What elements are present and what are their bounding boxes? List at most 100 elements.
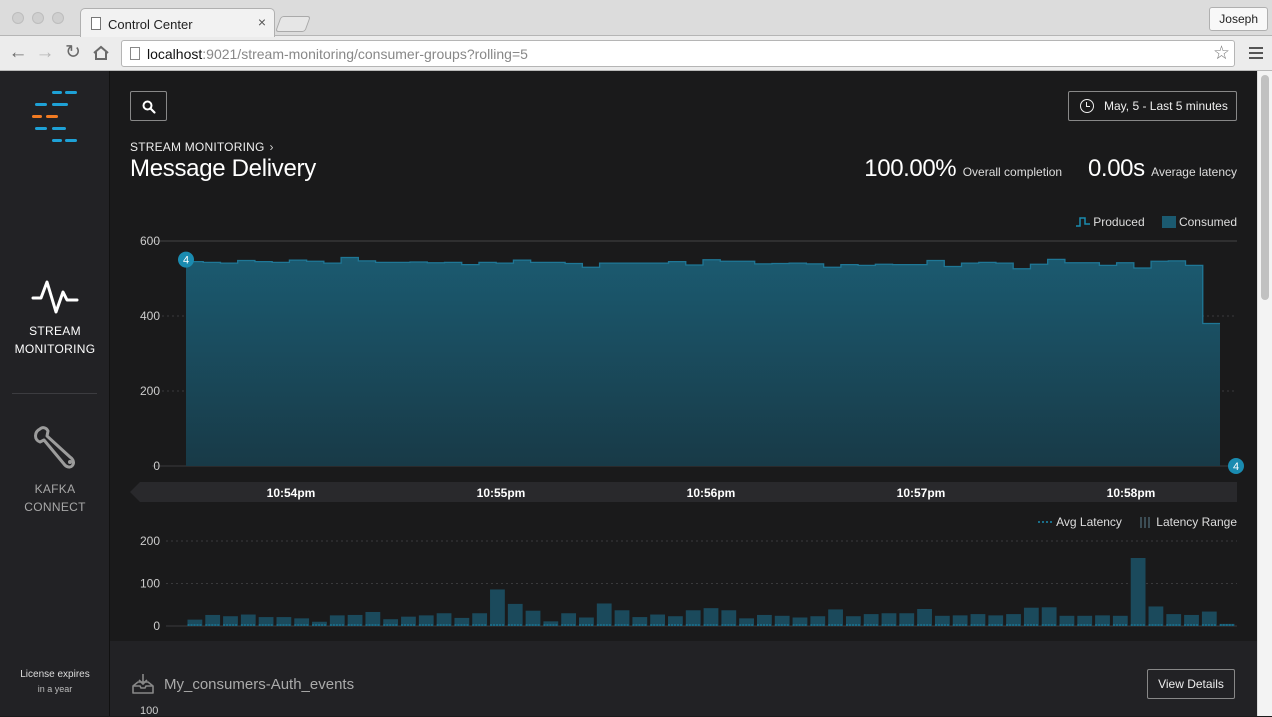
delivery-bar xyxy=(1030,264,1047,466)
delivery-bar xyxy=(548,262,565,466)
search-button[interactable] xyxy=(130,91,167,121)
consumer-group-panel: My_consumers-Auth_events View Details 10… xyxy=(110,641,1257,717)
view-details-button[interactable]: View Details xyxy=(1147,669,1235,699)
sidebar-item-kafka-connect[interactable]: KAFKA CONNECT xyxy=(0,426,110,516)
latency-range-bar xyxy=(436,613,452,626)
url-text[interactable]: localhost:9021/stream-monitoring/consume… xyxy=(147,46,528,62)
latency-value: 0.00s xyxy=(1087,155,1145,182)
latency-range-bar xyxy=(863,614,879,626)
delivery-bar xyxy=(1048,259,1065,466)
latency-range-bar xyxy=(756,614,772,626)
range-bars-icon xyxy=(1140,517,1151,529)
latency-range-bar xyxy=(329,615,345,626)
delivery-bar xyxy=(220,263,237,466)
forward-arrow-icon[interactable]: → xyxy=(35,42,55,64)
delivery-chart[interactable]: 600 400 200 0 4 4 xyxy=(110,231,1257,476)
latency-range-bar xyxy=(970,614,986,626)
scrollbar-thumb[interactable] xyxy=(1261,75,1269,300)
breadcrumb[interactable]: STREAM MONITORING › xyxy=(130,140,274,154)
browser-menu-icon[interactable] xyxy=(1249,47,1263,62)
tab-title: Control Center xyxy=(108,17,193,32)
breadcrumb-item[interactable]: STREAM MONITORING xyxy=(130,140,265,154)
latency-range-bar xyxy=(1041,607,1057,626)
sidebar-divider xyxy=(12,393,97,394)
delivery-bar xyxy=(1013,269,1030,466)
legend-latency-range[interactable]: Latency Range xyxy=(1139,514,1237,529)
delivery-bar xyxy=(737,261,754,466)
y-tick-label: 0 xyxy=(153,619,160,633)
latency-range-bar xyxy=(1059,615,1075,626)
latency-range-bar xyxy=(881,613,897,626)
sidebar-item-stream-monitoring[interactable]: STREAM MONITORING xyxy=(0,276,110,358)
time-tick-label: 10:56pm xyxy=(687,486,736,500)
latency-label: Average latency xyxy=(1151,165,1237,179)
window-close-dot[interactable] xyxy=(12,12,24,24)
delivery-bar xyxy=(479,262,496,466)
y-tick-label: 400 xyxy=(140,309,160,323)
summary-stats: 100.00% Overall completion 0.00s Average… xyxy=(864,155,1237,183)
vertical-scrollbar[interactable] xyxy=(1257,71,1272,716)
consumer-group-name[interactable]: My_consumers-Auth_events xyxy=(164,676,354,693)
delivery-bar xyxy=(186,262,203,466)
tab-close-icon[interactable]: × xyxy=(258,15,266,29)
new-tab-button[interactable] xyxy=(275,16,311,32)
latency-chart[interactable]: 200 100 0 xyxy=(110,531,1257,636)
end-marker-label: 4 xyxy=(1233,461,1239,473)
inbox-tray-icon xyxy=(132,674,154,694)
delivery-bar xyxy=(255,262,272,466)
time-tick-label: 10:58pm xyxy=(1107,486,1156,500)
delivery-bar xyxy=(238,261,255,467)
latency-range-bar xyxy=(490,589,505,626)
y-tick-label: 600 xyxy=(140,234,160,248)
delivery-bar xyxy=(513,260,530,466)
legend-consumed[interactable]: Consumed xyxy=(1161,214,1237,229)
delivery-bar xyxy=(427,263,444,466)
latency-range-bar xyxy=(525,610,541,626)
chevron-right-icon: › xyxy=(269,140,274,154)
latency-range-bar xyxy=(1006,614,1021,626)
window-minimize-dot[interactable] xyxy=(32,12,44,24)
latency-range-bar xyxy=(988,615,1004,626)
clock-icon xyxy=(1080,99,1094,113)
delivery-bar xyxy=(944,267,961,467)
produced-line-icon xyxy=(1076,217,1091,227)
delivery-bar xyxy=(669,262,686,466)
delivery-bar xyxy=(1099,265,1116,466)
y-tick-label: 0 xyxy=(153,459,160,473)
latency-range-bar xyxy=(1023,607,1039,626)
delivery-bar xyxy=(772,264,789,467)
delivery-bar xyxy=(600,263,617,466)
latency-range-bar xyxy=(952,615,968,626)
delivery-bar xyxy=(496,263,513,466)
delivery-bar xyxy=(203,262,220,466)
license-subtext: in a year xyxy=(37,684,73,694)
delivery-legend: Produced Consumed xyxy=(1076,214,1237,229)
latency-range-bar xyxy=(418,615,434,626)
time-tick-label: 10:55pm xyxy=(477,486,526,500)
browser-tab[interactable]: Control Center × xyxy=(80,8,275,37)
legend-produced[interactable]: Produced xyxy=(1076,214,1148,229)
consumed-area-icon xyxy=(1161,216,1176,229)
delivery-bar xyxy=(703,260,720,466)
latency-range-bar xyxy=(1130,558,1146,626)
window-zoom-dot[interactable] xyxy=(52,12,64,24)
delivery-bar xyxy=(289,260,306,466)
delivery-bar xyxy=(393,262,410,466)
profile-button[interactable]: Joseph xyxy=(1209,7,1268,31)
delivery-bar xyxy=(651,263,668,466)
delivery-bar xyxy=(996,263,1013,466)
delivery-bar xyxy=(582,267,599,466)
time-range-button[interactable]: May, 5 - Last 5 minutes xyxy=(1068,91,1237,121)
latency-range-bar xyxy=(934,615,950,626)
legend-avg-latency[interactable]: Avg Latency xyxy=(1038,514,1125,529)
url-bar[interactable]: localhost:9021/stream-monitoring/consume… xyxy=(121,40,1235,67)
tab-strip: Control Center × Joseph xyxy=(0,0,1272,37)
reload-icon[interactable]: ↻ xyxy=(63,42,83,64)
bookmark-star-icon[interactable]: ☆ xyxy=(1213,42,1230,65)
search-icon xyxy=(142,100,156,114)
time-tick-label: 10:54pm xyxy=(267,486,316,500)
back-arrow-icon[interactable]: ← xyxy=(8,42,28,64)
delivery-bar xyxy=(1134,268,1151,466)
delivery-bar xyxy=(634,263,651,466)
home-icon[interactable] xyxy=(93,45,109,61)
